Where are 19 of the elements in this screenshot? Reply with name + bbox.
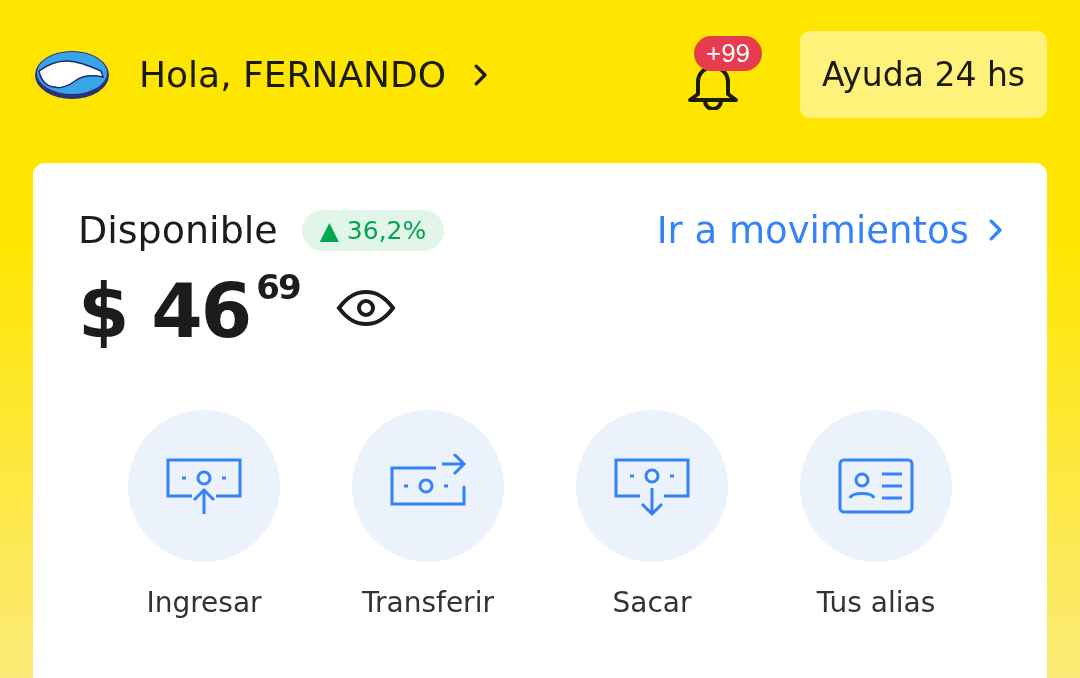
movements-link[interactable]: Ir a movimientos [656, 208, 1002, 252]
change-badge: ▲ 36,2% [301, 209, 445, 251]
action-button[interactable]: Sacar [540, 410, 764, 619]
help-button[interactable]: Ayuda 24 hs [799, 31, 1047, 118]
action-label: Tus alias [816, 586, 936, 619]
notifications-button[interactable]: +99 [685, 35, 778, 114]
action-button[interactable]: Transferir [316, 410, 540, 619]
notification-count-badge: +99 [693, 35, 763, 71]
action-label: Sacar [612, 586, 692, 619]
action-button[interactable]: Ingresar [92, 410, 316, 619]
chevron-right-icon [474, 63, 488, 86]
eye-icon [335, 288, 396, 328]
balance-amount: $ 46$^{69}$ [78, 274, 300, 348]
available-title: Disponible [78, 208, 278, 252]
action-label: Transferir [362, 586, 494, 619]
greeting-link[interactable]: Hola, FERNANDO [139, 54, 488, 95]
chevron-right-icon [988, 219, 1002, 241]
action-label: Ingresar [146, 586, 262, 619]
action-button[interactable]: Tus alias [764, 410, 988, 619]
